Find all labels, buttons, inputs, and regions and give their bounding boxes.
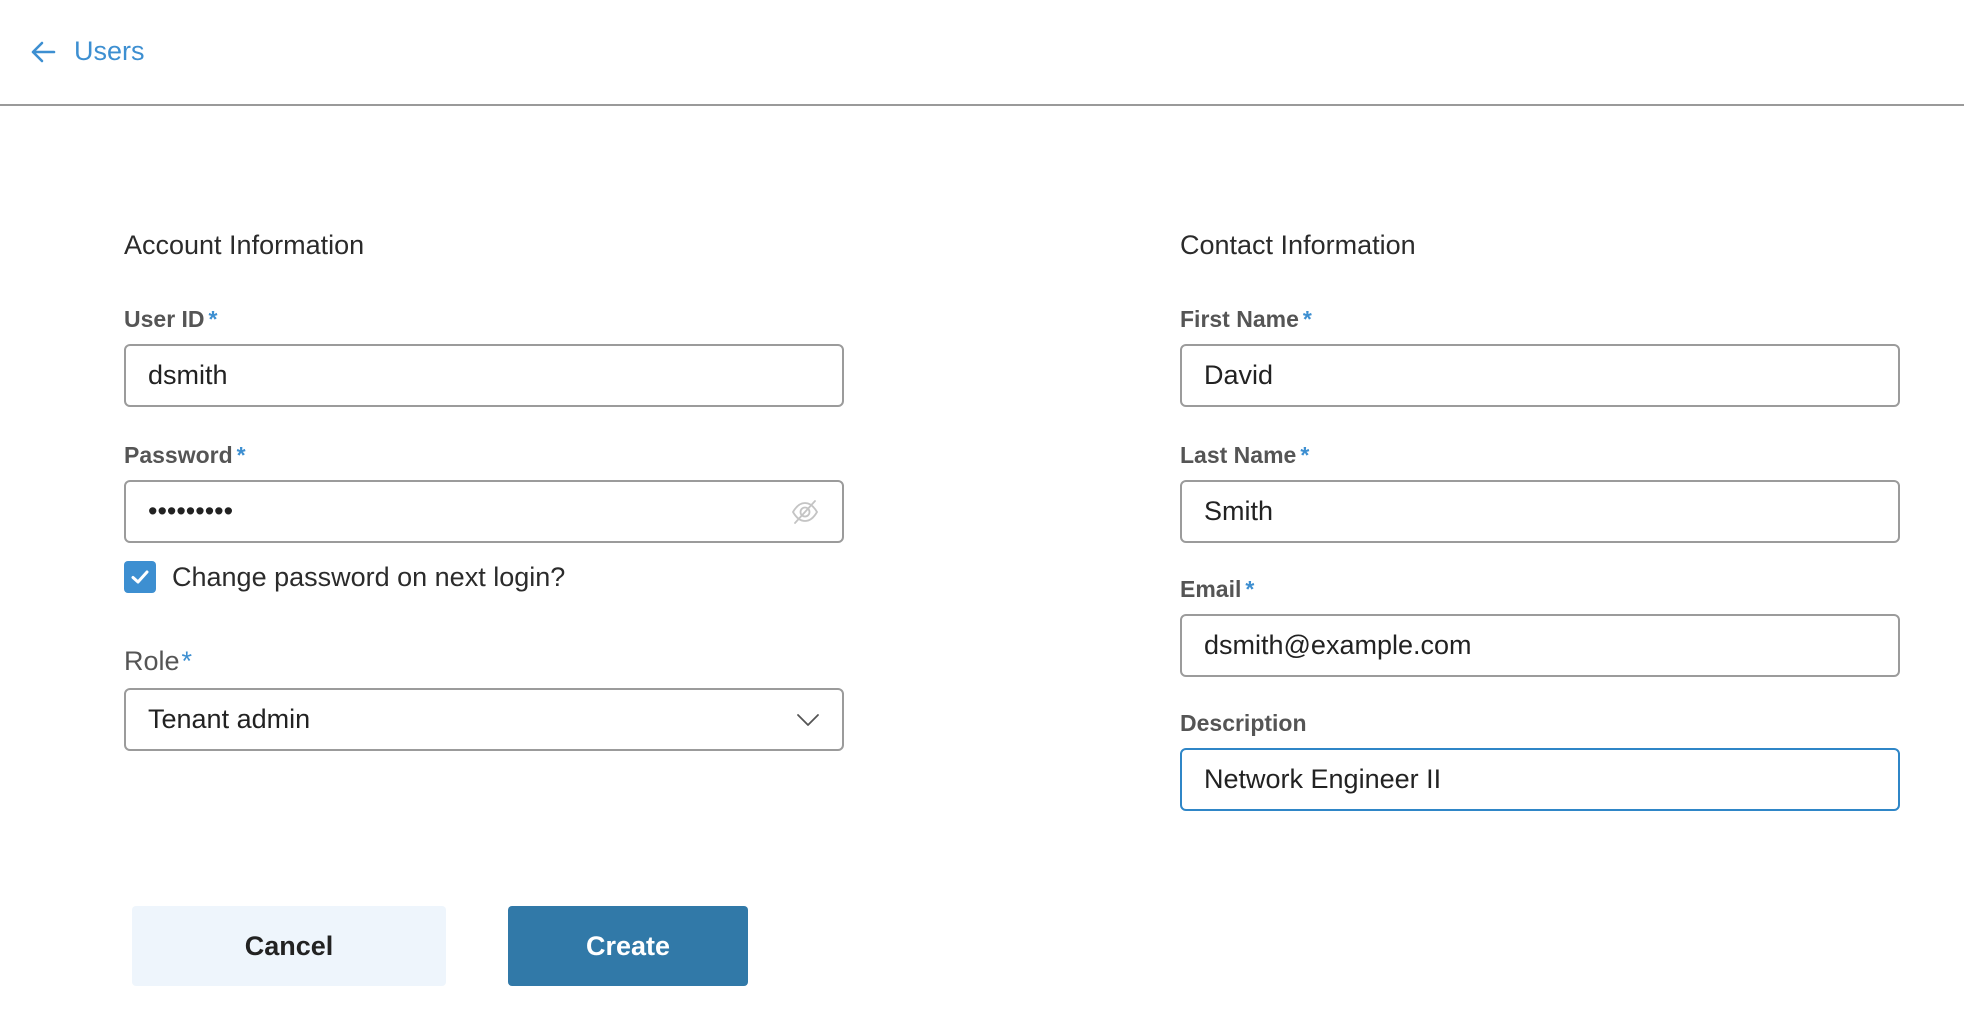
first-name-value: David <box>1204 360 1274 390</box>
user-id-label-text: User ID <box>124 306 205 332</box>
email-input[interactable]: dsmith@example.com <box>1180 614 1900 677</box>
first-name-label: First Name * <box>1180 306 1312 333</box>
role-value: Tenant admin <box>148 704 311 734</box>
eye-slash-icon[interactable] <box>790 497 820 527</box>
first-name-label-text: First Name <box>1180 306 1299 332</box>
email-label-text: Email <box>1180 576 1242 602</box>
last-name-label: Last Name * <box>1180 442 1309 469</box>
chevron-down-icon <box>797 713 819 726</box>
role-label-text: Role <box>124 646 180 676</box>
back-link-label: Users <box>74 36 145 66</box>
change-password-label[interactable]: Change password on next login? <box>172 561 565 593</box>
password-label: Password * <box>124 442 246 469</box>
role-select[interactable]: Tenant admin <box>124 688 844 751</box>
required-marker: * <box>236 442 246 468</box>
first-name-input[interactable]: David <box>1180 344 1900 407</box>
description-value: Network Engineer II <box>1204 764 1442 794</box>
user-id-label: User ID * <box>124 306 218 333</box>
user-id-value: dsmith <box>148 360 228 390</box>
last-name-value: Smith <box>1204 496 1274 526</box>
description-label: Description <box>1180 710 1307 737</box>
password-input[interactable]: ••••••••• <box>124 480 844 543</box>
required-marker: * <box>208 306 218 332</box>
description-label-text: Description <box>1180 710 1307 736</box>
cancel-button[interactable]: Cancel <box>132 906 446 986</box>
role-label: Role* <box>124 646 192 677</box>
password-label-text: Password <box>124 442 233 468</box>
contact-information-heading: Contact Information <box>1180 230 1416 260</box>
arrow-left-icon <box>31 41 56 62</box>
required-marker: * <box>1300 442 1310 468</box>
email-value: dsmith@example.com <box>1204 630 1472 660</box>
last-name-label-text: Last Name <box>1180 442 1297 468</box>
last-name-input[interactable]: Smith <box>1180 480 1900 543</box>
email-label: Email * <box>1180 576 1254 603</box>
back-to-users-link[interactable]: Users <box>28 36 145 67</box>
change-password-checkbox[interactable] <box>124 561 156 593</box>
account-information-heading: Account Information <box>124 230 365 260</box>
required-marker: * <box>1245 576 1255 602</box>
create-button[interactable]: Create <box>508 906 748 986</box>
top-bar: Users <box>0 0 1964 106</box>
password-value: ••••••••• <box>148 496 234 526</box>
required-marker: * <box>181 646 193 676</box>
description-input[interactable]: Network Engineer II <box>1180 748 1900 811</box>
required-marker: * <box>1302 306 1312 332</box>
user-id-input[interactable]: dsmith <box>124 344 844 407</box>
checkmark-icon <box>131 570 149 584</box>
